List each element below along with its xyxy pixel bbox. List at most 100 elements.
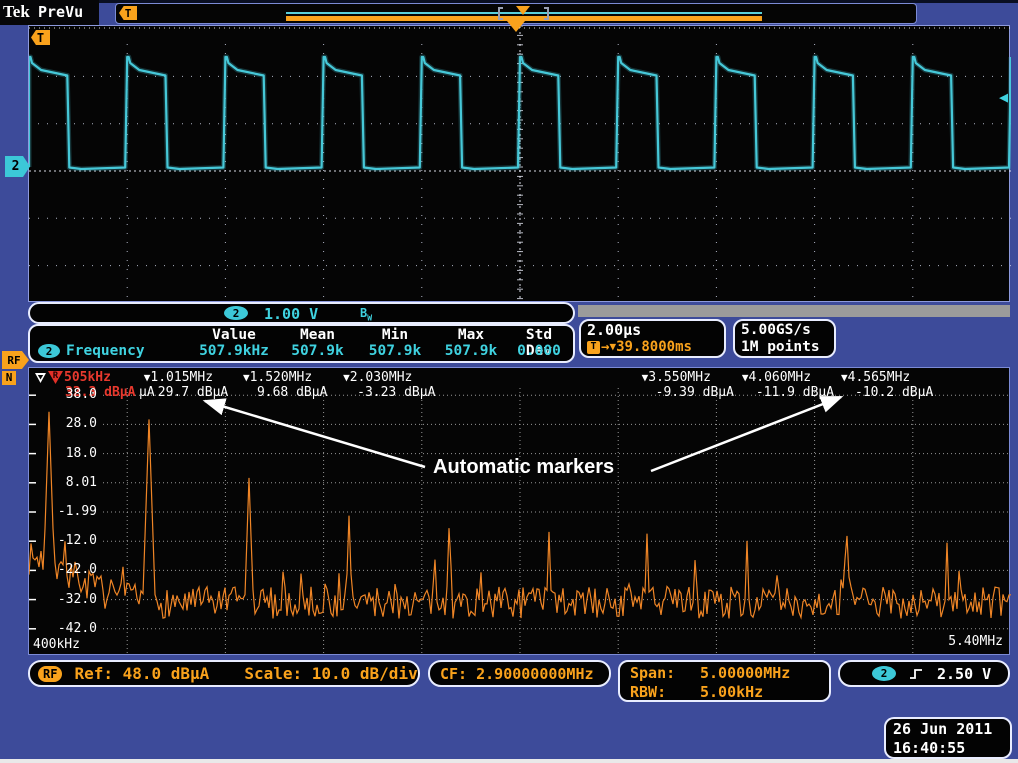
trigger-t-icon: T — [119, 6, 137, 20]
trigger-delay-readout: T → ▼ 39.8000ms — [587, 339, 718, 355]
reference-marker-freq: 505kHz — [64, 370, 111, 385]
spectrum-marker: ▼4.565MHz -10.2 dBµA — [841, 370, 933, 400]
marker-frequency: 1.520MHz — [250, 370, 313, 385]
reference-marker-letter: R — [53, 371, 58, 381]
tek-logo: Tek — [3, 2, 30, 22]
marker-frequency: 2.030MHz — [350, 370, 413, 385]
sample-rate: 5.00GS/s — [741, 322, 828, 339]
measurement-value: 507.9kHz — [190, 343, 278, 359]
measurement-stddev: 0.000 — [509, 343, 569, 359]
waveform-display: T ◀ — [28, 25, 1010, 302]
trigger-position-icon — [507, 21, 525, 32]
rf-channel-badge: RF — [2, 351, 29, 369]
overview-trigger-position-icon — [516, 6, 530, 15]
y-axis-label: 28.0 — [47, 416, 97, 431]
y-axis-label: -12.0 — [47, 533, 97, 548]
trigger-level: 2.50 V — [937, 665, 991, 683]
spectrum-display: R 505kHz 32.3 dBµA µA ▼1.015MHz 29.7 dBµ… — [28, 367, 1010, 655]
measurement-box: Value Mean Min Max Std Dev 2 Frequency 5… — [28, 324, 575, 363]
channel2-ground-label: 2 — [12, 159, 24, 174]
measurement-row: 2 Frequency 507.9kHz 507.9k 507.9k 507.9… — [30, 343, 573, 359]
rf-cf-box: CF: 2.90000000MHz — [428, 660, 611, 687]
trigger-t-label2: T — [37, 31, 44, 45]
marker-amplitude: 9.68 dBµA — [243, 385, 327, 400]
logo-patch: Tek PreVu — [0, 0, 99, 25]
rf-n-label: N — [6, 371, 13, 384]
time: 16:40:55 — [893, 739, 1003, 758]
channel2-badge-label: 2 — [233, 307, 240, 320]
annotation-text: Automatic markers — [433, 456, 614, 479]
rf-badge-label: RF — [7, 354, 23, 367]
spectrum-marker: ▼1.015MHz 29.7 dBµA — [144, 370, 228, 400]
trigger-source-badge: 2 — [872, 666, 896, 681]
y-axis-label: 8.01 — [47, 475, 97, 490]
marker-triangle-icon: ▼ — [343, 371, 350, 384]
trigger-delay-t-icon: T — [587, 341, 600, 354]
rf-reference-box: RF Ref: 48.0 dBµA Scale: 10.0 dB/div — [28, 660, 420, 687]
y-axis-label: -32.0 — [47, 592, 97, 607]
zoom-window-bracket-right — [544, 7, 549, 20]
y-axis-label: -1.99 — [47, 504, 97, 519]
marker-frequency: 3.550MHz — [648, 370, 711, 385]
rf-scale: Scale: 10.0 dB/div — [244, 664, 417, 683]
marker-frequency: 1.015MHz — [150, 370, 213, 385]
rf-normal-trace-badge: N — [2, 371, 16, 385]
datetime-box: 26 Jun 2011 16:40:55 — [884, 717, 1012, 759]
y-axis-label: 38.0 — [47, 387, 97, 402]
mode-indicator: PreVu — [38, 3, 83, 21]
rbw-value: 5.00kHz — [700, 683, 763, 701]
rf-span-box: Span: 5.00000MHz RBW: 5.00kHz — [618, 660, 831, 702]
channel2-badge: 2 — [224, 306, 248, 320]
x-end-label: 5.40MHz — [948, 634, 1003, 649]
bw-w: W — [367, 313, 372, 322]
zoom-window-bracket-left — [498, 7, 503, 20]
marker-frequency: 4.060MHz — [748, 370, 811, 385]
measurement-mean: 507.9k — [278, 343, 357, 359]
trigger-source-label: 2 — [881, 667, 888, 680]
measurement-max: 507.9k — [433, 343, 509, 359]
trigger-level-arrow-icon: ◀ — [999, 88, 1008, 106]
measurement-min: 507.9k — [357, 343, 433, 359]
spectrum-plot — [29, 368, 1011, 656]
marker-amplitude: -11.9 dBµA — [742, 385, 834, 400]
y-axis-label: 18.0 — [47, 446, 97, 461]
marker-amplitude: -9.39 dBµA — [642, 385, 734, 400]
rbw-label: RBW: — [630, 683, 700, 701]
x-start-label: 400kHz — [33, 637, 80, 652]
marker-amplitude: 29.7 dBµA — [144, 385, 228, 400]
oscilloscope-screen: { "header": { "logo": "Tek", "mode": "Pr… — [0, 0, 1018, 763]
rf-badge-bottom: RF — [38, 666, 62, 682]
trigger-delay-arrow-icon: → — [601, 339, 609, 355]
rf-ref-level: Ref: 48.0 dBµA — [74, 664, 209, 683]
acquisition-box: 5.00GS/s 1M points — [733, 319, 836, 358]
channel2-scale: 1.00 V — [264, 305, 318, 323]
bandwidth-limit-icon: BW — [360, 306, 372, 322]
bottom-edge — [0, 759, 1018, 763]
horizontal-box: 2.00µs T → ▼ 39.8000ms — [579, 319, 726, 358]
channel2-ground-badge: 2 — [5, 156, 30, 177]
y-axis-label: -22.0 — [47, 562, 97, 577]
spectrum-marker: ▼2.030MHz -3.23 dBµA — [343, 370, 435, 400]
measurement-source-badge: 2 — [38, 344, 60, 358]
marker-triangle-icon: ▼ — [841, 371, 848, 384]
trigger-box: 2 2.50 V — [838, 660, 1010, 687]
trigger-delay-value: 39.8000ms — [616, 339, 692, 355]
record-length: 1M points — [741, 339, 828, 355]
horizontal-scale: 2.00µs — [587, 322, 718, 339]
marker-amplitude: -10.2 dBµA — [841, 385, 933, 400]
pan-bar — [578, 305, 1010, 317]
marker-amplitude: -3.23 dBµA — [343, 385, 435, 400]
measurement-name: Frequency — [66, 343, 145, 359]
y-axis-label: -42.0 — [47, 621, 97, 636]
marker-triangle-icon: ▼ — [243, 371, 250, 384]
trigger-delay-tri-icon: ▼ — [609, 339, 616, 355]
spectrum-marker: ▼3.550MHz -9.39 dBµA — [642, 370, 734, 400]
channel2-scale-box: 2 1.00 V BW — [28, 302, 575, 324]
waveform-plot — [29, 26, 1011, 303]
span-value: 5.00000MHz — [700, 664, 790, 683]
rf-cf: CF: 2.90000000MHz — [440, 665, 594, 683]
spectrum-marker: ▼4.060MHz -11.9 dBµA — [742, 370, 834, 400]
span-label: Span: — [630, 664, 700, 683]
rising-edge-icon — [908, 666, 925, 682]
trigger-t-label: T — [125, 7, 132, 20]
